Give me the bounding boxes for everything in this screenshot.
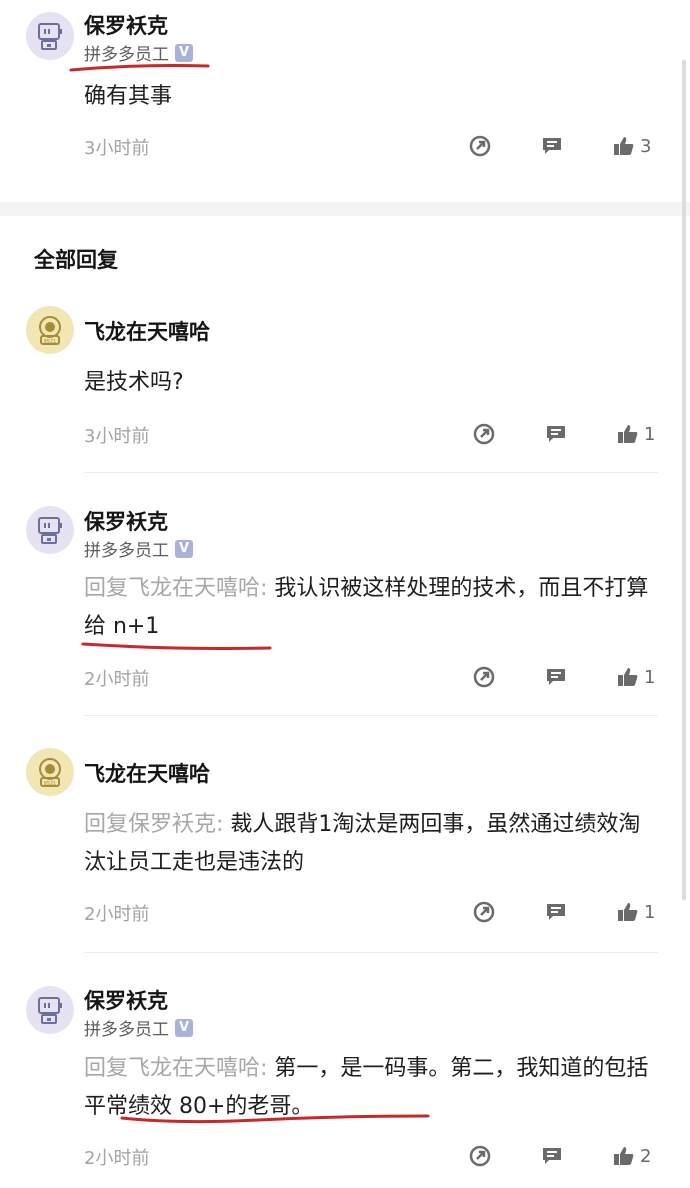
robot-avatar-icon — [38, 517, 62, 544]
comment-icon — [547, 426, 565, 442]
robot-avatar-icon — [38, 23, 62, 50]
like-count: 1 — [644, 901, 656, 923]
comment-time: 3小时前 — [84, 138, 150, 159]
share-button[interactable] — [472, 900, 496, 924]
scrollbar[interactable] — [682, 60, 686, 900]
thumbs-up-icon — [618, 903, 638, 921]
reply-text: 回复飞龙在天嘻哈: 第一，是一码事。第二，我知道的包括平常绩效 80+的老哥。 — [84, 1050, 650, 1126]
reply-text: 是技术吗? — [84, 370, 184, 395]
like-count: 2 — [640, 1145, 652, 1167]
like-button[interactable]: 3 — [612, 134, 651, 158]
avatar[interactable] — [26, 986, 74, 1034]
comment-button[interactable] — [544, 665, 568, 689]
section-title: 全部回复 — [34, 248, 118, 272]
comment-button[interactable] — [540, 1144, 564, 1168]
comment-text: 确有其事 — [84, 84, 173, 109]
reply-author-role: 拼多多员工 V — [84, 536, 193, 561]
verified-badge: V — [175, 539, 193, 558]
thumbs-up-icon — [614, 1147, 634, 1165]
role-label: 拼多多员工 — [84, 541, 169, 561]
avatar[interactable]: 9521 — [26, 748, 74, 796]
reply-to-prefix[interactable]: 回复保罗袄克: — [84, 812, 223, 837]
share-button[interactable] — [468, 134, 492, 158]
commenter-name[interactable]: 保罗袄克 — [84, 10, 168, 40]
like-button[interactable]: 2 — [612, 1144, 651, 1168]
share-icon — [473, 901, 495, 923]
comment-icon — [543, 1148, 561, 1164]
comment-icon — [547, 904, 565, 920]
comment-icon — [547, 669, 565, 685]
like-button[interactable]: 1 — [616, 900, 655, 924]
comment-button[interactable] — [540, 134, 564, 158]
reply-author[interactable]: 保罗袄克 — [84, 985, 168, 1015]
share-button[interactable] — [468, 1144, 492, 1168]
reply-time: 3小时前 — [84, 426, 150, 447]
divider — [84, 715, 658, 716]
like-count: 1 — [644, 423, 656, 445]
robot-avatar-icon — [38, 997, 62, 1024]
share-icon — [469, 1145, 491, 1167]
share-button[interactable] — [472, 422, 496, 446]
thumbs-up-icon — [614, 137, 634, 155]
commenter-role: 拼多多员工 V — [84, 40, 193, 65]
role-label: 拼多多员工 — [84, 45, 169, 65]
section-separator — [0, 202, 690, 216]
reply-to-prefix[interactable]: 回复飞龙在天嘻哈: — [84, 576, 267, 601]
reply-author-role: 拼多多员工 V — [84, 1015, 193, 1040]
reply-text: 回复保罗袄克: 裁人跟背1淘汰是两回事，虽然通过绩效淘汰让员工走也是违法的 — [84, 806, 650, 882]
reply-time: 2小时前 — [84, 669, 150, 690]
share-icon — [473, 423, 495, 445]
avatar-label: 9521 — [44, 339, 57, 345]
reply-time: 2小时前 — [84, 1148, 150, 1169]
avatar-label: 9521 — [44, 781, 57, 787]
reply-author[interactable]: 飞龙在天嘻哈 — [84, 316, 210, 346]
like-count: 1 — [644, 666, 656, 688]
divider — [84, 952, 658, 953]
astronaut-avatar-icon: 9521 — [39, 316, 61, 345]
like-button[interactable]: 1 — [616, 665, 655, 689]
comment-icon — [543, 138, 561, 154]
reply-author[interactable]: 飞龙在天嘻哈 — [84, 758, 210, 788]
share-icon — [469, 135, 491, 157]
verified-badge: V — [175, 1018, 193, 1037]
avatar[interactable]: 9521 — [26, 306, 74, 354]
comment-button[interactable] — [544, 422, 568, 446]
share-icon — [473, 666, 495, 688]
share-button[interactable] — [472, 665, 496, 689]
astronaut-avatar-icon: 9521 — [39, 758, 61, 787]
reply-to-prefix[interactable]: 回复飞龙在天嘻哈: — [84, 1056, 267, 1081]
verified-badge: V — [175, 43, 193, 62]
divider — [84, 472, 658, 473]
thumbs-up-icon — [618, 668, 638, 686]
avatar[interactable] — [26, 506, 74, 554]
like-count: 3 — [640, 135, 652, 157]
role-label: 拼多多员工 — [84, 1020, 169, 1040]
thumbs-up-icon — [618, 425, 638, 443]
reply-time: 2小时前 — [84, 904, 150, 925]
like-button[interactable]: 1 — [616, 422, 655, 446]
comment-button[interactable] — [544, 900, 568, 924]
reply-author[interactable]: 保罗袄克 — [84, 506, 168, 536]
reply-text: 回复飞龙在天嘻哈: 我认识被这样处理的技术，而且不打算给 n+1 — [84, 570, 650, 646]
avatar[interactable] — [26, 12, 74, 60]
